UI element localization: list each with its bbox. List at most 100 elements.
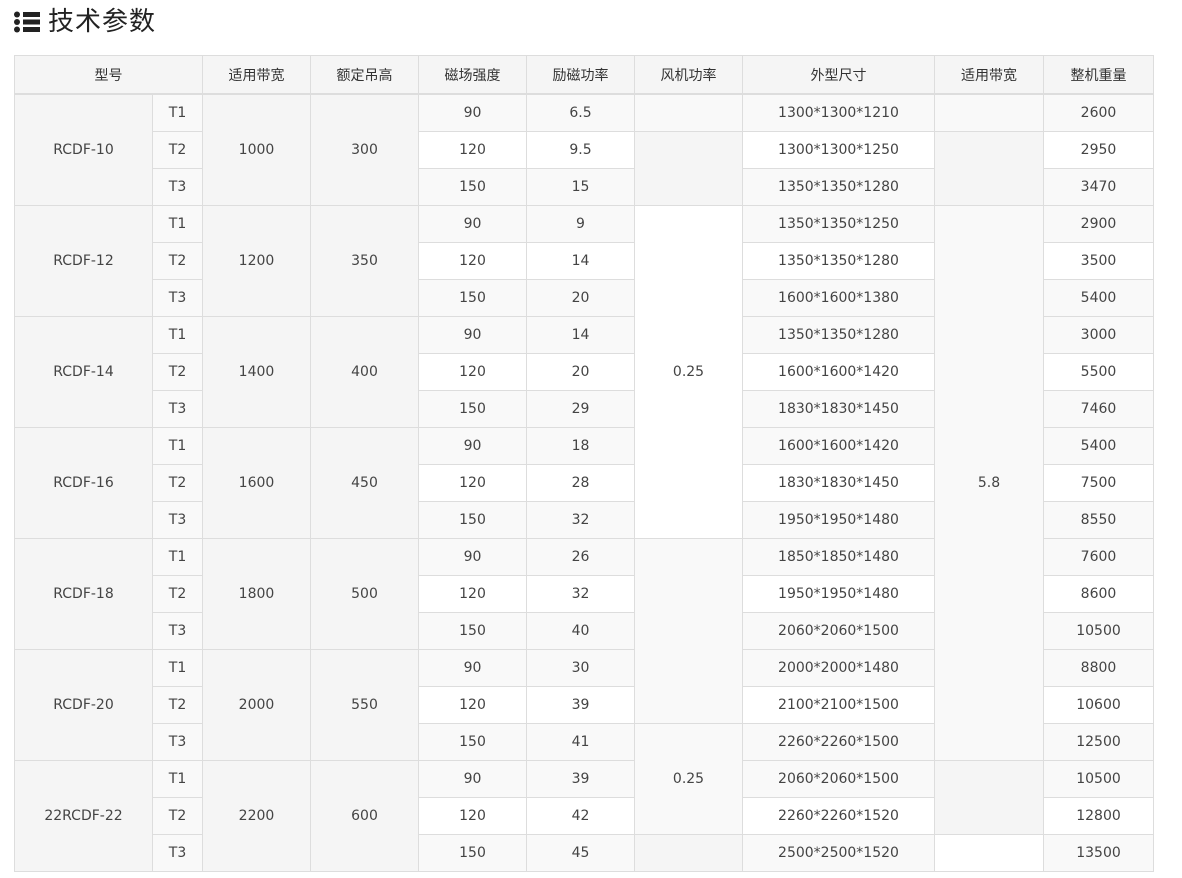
cell-band-width: 1800 — [202, 538, 311, 650]
table-body: RCDF-10 T1 1000 300 90 6.5 1300*1300*1210 2600 T… — [14, 93, 1154, 872]
cell-band-width-2 — [934, 760, 1044, 835]
cell-excitation-power: 26 — [526, 538, 635, 576]
cell-type: T3 — [152, 834, 203, 872]
spec-table: 型号 适用带宽 额定吊高 磁场强度 励磁功率 风机功率 外型尺寸 适用带宽 整机… — [14, 55, 1154, 872]
cell-weight: 13500 — [1043, 834, 1154, 872]
cell-model: RCDF-14 — [14, 316, 153, 428]
cell-weight: 7500 — [1043, 464, 1154, 502]
cell-model: RCDF-18 — [14, 538, 153, 650]
table-header-row: 型号 适用带宽 额定吊高 磁场强度 励磁功率 风机功率 外型尺寸 适用带宽 整机… — [14, 55, 1154, 95]
cell-fan-power — [634, 538, 743, 724]
cell-field-strength: 150 — [418, 612, 527, 650]
header-dimensions: 外型尺寸 — [742, 55, 935, 95]
cell-weight: 12500 — [1043, 723, 1154, 761]
table-row: T2 120 9.5 1300*1300*1250 2950 — [15, 131, 1154, 206]
cell-type: T1 — [152, 205, 203, 243]
cell-excitation-power: 41 — [526, 723, 635, 761]
cell-dimensions: 1830*1830*1450 — [742, 464, 935, 502]
cell-weight: 5500 — [1043, 353, 1154, 391]
header-model: 型号 — [14, 55, 203, 95]
cell-dimensions: 1350*1350*1280 — [742, 242, 935, 280]
cell-lift-height: 600 — [310, 760, 419, 872]
cell-type: T2 — [152, 131, 203, 169]
cell-band-width-2 — [934, 834, 1044, 872]
cell-dimensions: 1600*1600*1420 — [742, 427, 935, 465]
cell-type: T3 — [152, 390, 203, 428]
cell-band-width-2 — [934, 93, 1044, 132]
table-row: 22RCDF-22 T1 2200 600 90 39 2060*2060*1500 1050… — [14, 760, 1154, 872]
cell-field-strength: 120 — [418, 797, 527, 835]
cell-weight: 8800 — [1043, 649, 1154, 687]
header-field-strength: 磁场强度 — [418, 55, 527, 95]
cell-field-strength: 150 — [418, 390, 527, 428]
cell-field-strength: 150 — [418, 723, 527, 761]
cell-weight: 7460 — [1043, 390, 1154, 428]
cell-dimensions: 2100*2100*1500 — [742, 686, 935, 724]
cell-type: T1 — [152, 427, 203, 465]
cell-field-strength: 120 — [418, 353, 527, 391]
cell-field-strength: 120 — [418, 242, 527, 280]
cell-field-strength: 150 — [418, 279, 527, 317]
cell-lift-height: 500 — [310, 538, 419, 650]
cell-excitation-power: 18 — [526, 427, 635, 465]
cell-fan-power — [634, 834, 743, 872]
section-heading: 技术参数 — [14, 2, 156, 42]
cell-dimensions: 1350*1350*1250 — [742, 205, 935, 243]
cell-band-width-2: 5.8 — [934, 205, 1044, 761]
cell-field-strength: 150 — [418, 501, 527, 539]
cell-field-strength: 90 — [418, 427, 527, 465]
cell-lift-height: 550 — [310, 649, 419, 761]
cell-weight: 10600 — [1043, 686, 1154, 724]
list-icon — [14, 11, 40, 33]
cell-weight: 5400 — [1043, 427, 1154, 465]
cell-type: T3 — [152, 168, 203, 206]
cell-field-strength: 90 — [418, 760, 527, 798]
cell-band-width: 2200 — [202, 760, 311, 872]
cell-field-strength: 150 — [418, 168, 527, 206]
cell-fan-power: 0.25 — [634, 205, 743, 539]
cell-lift-height: 350 — [310, 205, 419, 317]
cell-dimensions: 1300*1300*1210 — [742, 93, 935, 132]
cell-type: T1 — [152, 760, 203, 798]
cell-type: T3 — [152, 723, 203, 761]
table-row: RCDF-10 T1 1000 300 90 6.5 1300*1300*1210 2600 — [14, 93, 1154, 206]
cell-dimensions: 1600*1600*1380 — [742, 279, 935, 317]
header-weight: 整机重量 — [1043, 55, 1154, 95]
cell-excitation-power: 20 — [526, 279, 635, 317]
cell-excitation-power: 40 — [526, 612, 635, 650]
cell-excitation-power: 42 — [526, 797, 635, 835]
header-excitation-power: 励磁功率 — [526, 55, 635, 95]
header-band-width-2: 适用带宽 — [934, 55, 1044, 95]
cell-field-strength: 90 — [418, 316, 527, 354]
cell-dimensions: 2260*2260*1520 — [742, 797, 935, 835]
cell-type: T2 — [152, 464, 203, 502]
cell-dimensions: 1600*1600*1420 — [742, 353, 935, 391]
cell-excitation-power: 28 — [526, 464, 635, 502]
table-row: T3 150 45 2500*2500*1520 13500 — [15, 834, 1154, 872]
cell-dimensions: 2000*2000*1480 — [742, 649, 935, 687]
cell-weight: 3500 — [1043, 242, 1154, 280]
cell-weight: 2600 — [1043, 93, 1154, 132]
cell-model: RCDF-10 — [14, 93, 153, 206]
cell-model: RCDF-16 — [14, 427, 153, 539]
cell-lift-height: 400 — [310, 316, 419, 428]
cell-excitation-power: 15 — [526, 168, 635, 206]
cell-band-width: 2000 — [202, 649, 311, 761]
cell-lift-height: 300 — [310, 93, 419, 206]
cell-dimensions: 1950*1950*1480 — [742, 501, 935, 539]
cell-field-strength: 120 — [418, 464, 527, 502]
cell-model: RCDF-12 — [14, 205, 153, 317]
cell-dimensions: 1850*1850*1480 — [742, 538, 935, 576]
cell-type: T3 — [152, 501, 203, 539]
cell-type: T2 — [152, 575, 203, 613]
cell-type: T3 — [152, 612, 203, 650]
cell-weight: 2950 — [1043, 131, 1154, 169]
cell-field-strength: 90 — [418, 93, 527, 132]
cell-type: T2 — [152, 797, 203, 835]
cell-excitation-power: 14 — [526, 242, 635, 280]
cell-excitation-power: 20 — [526, 353, 635, 391]
cell-excitation-power: 14 — [526, 316, 635, 354]
cell-weight: 10500 — [1043, 612, 1154, 650]
cell-type: T2 — [152, 242, 203, 280]
cell-excitation-power: 9.5 — [526, 131, 635, 169]
